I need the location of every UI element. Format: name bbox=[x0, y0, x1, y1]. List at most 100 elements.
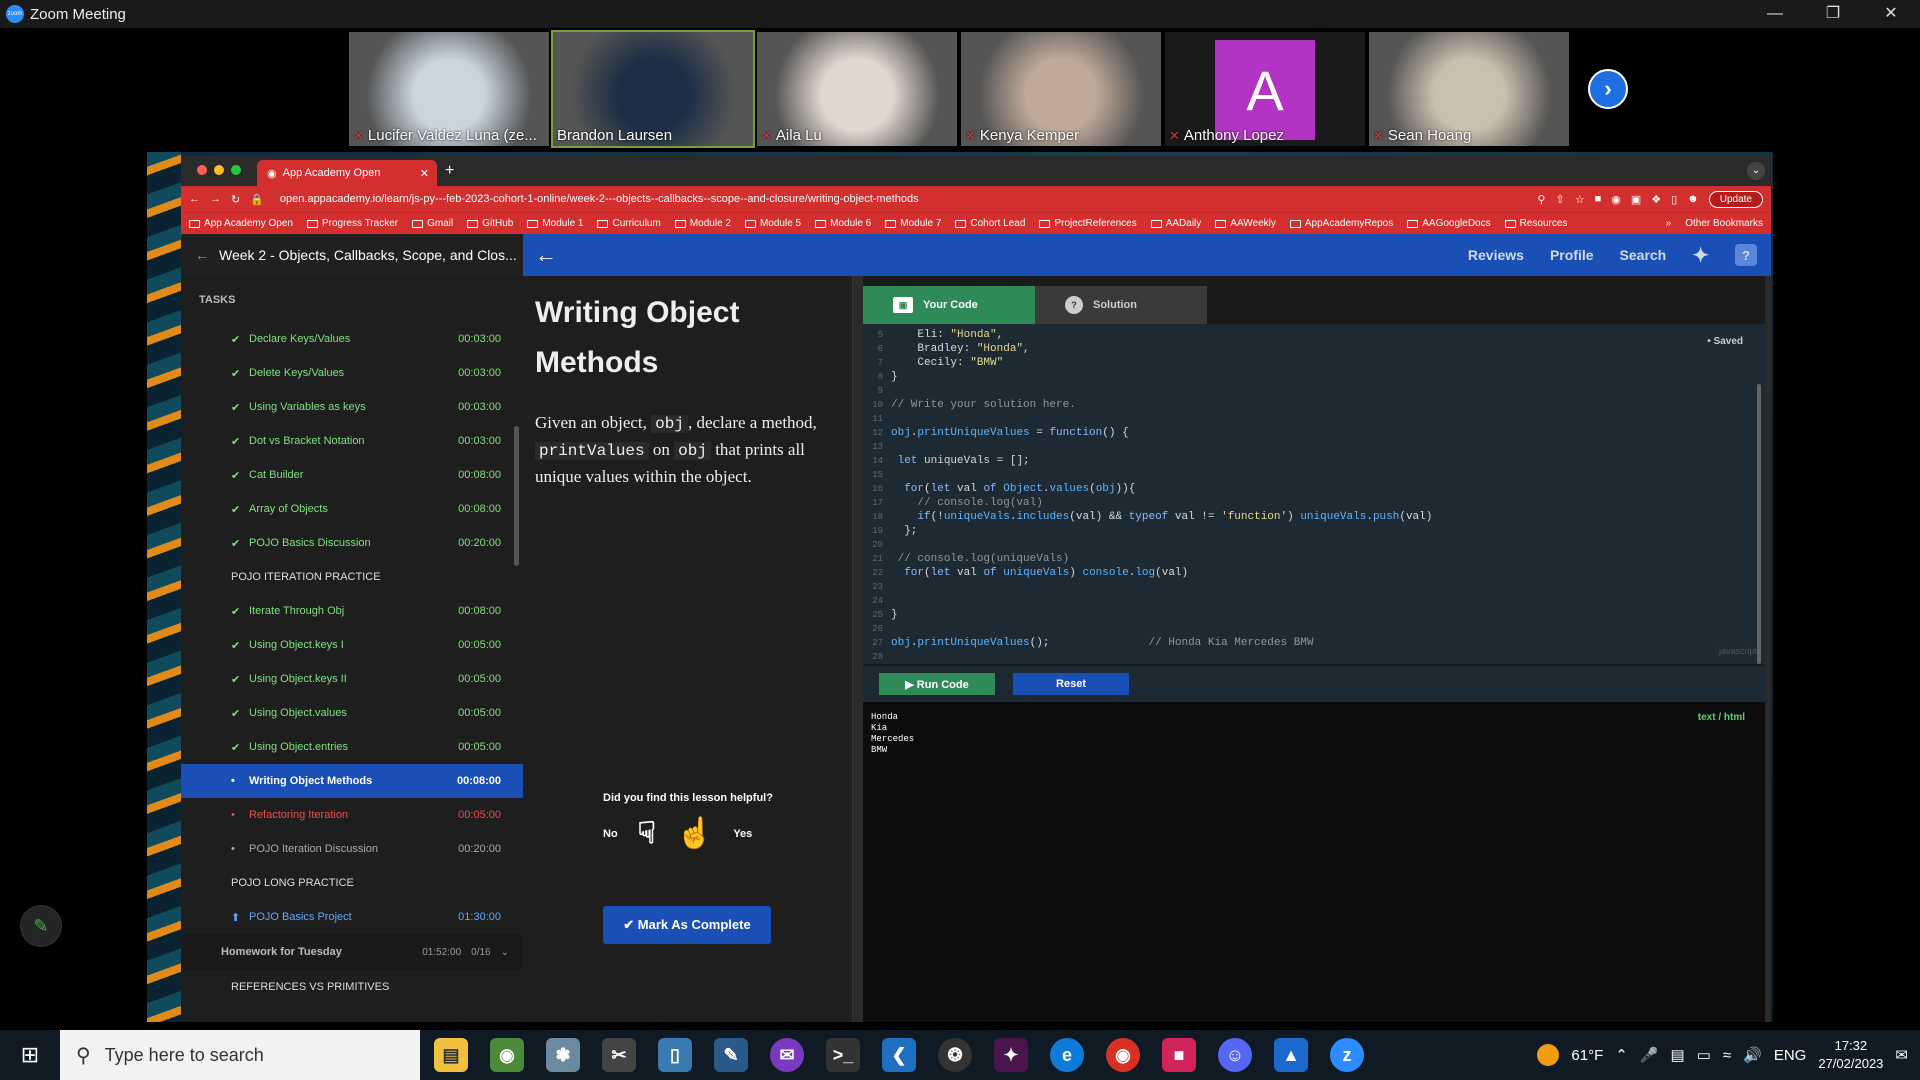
forward-icon[interactable]: → bbox=[210, 193, 221, 205]
code-area[interactable]: 5 Eli: "Honda", 6 Bradley: "Honda", 7 Ce… bbox=[863, 324, 1765, 664]
share-icon[interactable]: ⇧ bbox=[1555, 193, 1564, 206]
windows-start-icon[interactable]: ⊞ bbox=[0, 1030, 60, 1080]
annotate-pencil-icon[interactable]: ✎ bbox=[20, 905, 62, 947]
taskbar-search[interactable]: ⚲ Type here to search bbox=[60, 1030, 420, 1080]
other-bookmarks[interactable]: Other Bookmarks bbox=[1685, 218, 1763, 229]
output-mode-toggle[interactable]: text / html bbox=[1698, 712, 1745, 723]
terminal-icon[interactable]: >_ bbox=[826, 1038, 860, 1072]
task-item[interactable]: ✔ Cat Builder 00:08:00 bbox=[181, 458, 523, 492]
week-header[interactable]: ← Week 2 - Objects, Callbacks, Scope, an… bbox=[181, 234, 523, 276]
zoom-icon[interactable]: ⚲ bbox=[1537, 193, 1545, 206]
chevron-up-icon[interactable]: ⌃ bbox=[1615, 1046, 1628, 1064]
bookmark-item[interactable]: Gmail bbox=[412, 218, 453, 229]
task-item[interactable]: ✔ Dot vs Bracket Notation 00:03:00 bbox=[181, 424, 523, 458]
participant-tile[interactable]: ✕ Lucifer Valdez Luna (ze... bbox=[349, 32, 549, 146]
bookmark-item[interactable]: Curriculum bbox=[597, 218, 661, 229]
tab-search-icon[interactable]: ⌄ bbox=[1747, 162, 1765, 180]
bookmark-item[interactable]: Progress Tracker bbox=[306, 218, 398, 229]
file-explorer-icon[interactable]: ▤ bbox=[434, 1038, 468, 1072]
reset-button[interactable]: Reset bbox=[1013, 673, 1129, 695]
nav-profile[interactable]: Profile bbox=[1550, 247, 1594, 263]
extension-icon[interactable]: ▣ bbox=[1631, 193, 1641, 206]
notes-icon[interactable]: ✎ bbox=[714, 1038, 748, 1072]
zoom-taskbar-icon[interactable]: z bbox=[1330, 1038, 1364, 1072]
task-item[interactable]: ✔ Using Variables as keys 00:03:00 bbox=[181, 390, 523, 424]
task-item[interactable]: ✔ Array of Objects 00:08:00 bbox=[181, 492, 523, 526]
sidebar-scrollbar[interactable] bbox=[514, 426, 519, 566]
temperature[interactable]: 61°F bbox=[1571, 1047, 1603, 1064]
edge-icon[interactable]: e bbox=[1050, 1038, 1084, 1072]
tab-close-icon[interactable]: ✕ bbox=[420, 167, 429, 180]
task-item[interactable]: ✔ POJO Basics Discussion 00:20:00 bbox=[181, 526, 523, 560]
chat-icon[interactable]: ✉ bbox=[770, 1038, 804, 1072]
minimize-button[interactable]: — bbox=[1746, 0, 1804, 28]
update-button[interactable]: Update bbox=[1708, 190, 1763, 208]
bookmark-item[interactable]: AAGoogleDocs bbox=[1407, 218, 1491, 229]
reload-icon[interactable]: ↻ bbox=[231, 193, 240, 206]
bookmark-item[interactable]: Cohort Lead bbox=[955, 218, 1025, 229]
notepad-icon[interactable]: ▯ bbox=[658, 1038, 692, 1072]
nav-reviews[interactable]: Reviews bbox=[1468, 247, 1524, 263]
thumbs-up-icon[interactable]: ☝ bbox=[676, 816, 713, 851]
task-pojo-iteration-discussion[interactable]: • POJO Iteration Discussion 00:20:00 bbox=[181, 832, 523, 866]
sidepanel-icon[interactable]: ▯ bbox=[1671, 193, 1677, 206]
participant-tile[interactable]: ✕ Sean Hoang bbox=[1369, 32, 1569, 146]
homework-group[interactable]: Homework for Tuesday 01:52:00 0/16 ⌄ bbox=[181, 934, 523, 970]
bookmark-item[interactable]: Module 5 bbox=[744, 218, 801, 229]
photos-icon[interactable]: ▲ bbox=[1274, 1038, 1308, 1072]
mark-complete-button[interactable]: ✔ Mark As Complete bbox=[603, 906, 771, 944]
extension-icon[interactable]: ◉ bbox=[1611, 193, 1621, 206]
notifications-icon[interactable]: ✉ bbox=[1895, 1046, 1908, 1064]
next-participants-button[interactable]: › bbox=[1588, 69, 1628, 109]
snip-icon[interactable]: ✂ bbox=[602, 1038, 636, 1072]
minimize-dot-icon[interactable] bbox=[214, 165, 224, 175]
task-item[interactable]: ✔ Declare Keys/Values 00:03:00 bbox=[181, 322, 523, 356]
profile-avatar[interactable]: ☻ bbox=[1687, 193, 1699, 205]
help-icon[interactable]: ? bbox=[1735, 244, 1757, 266]
close-button[interactable]: ✕ bbox=[1862, 0, 1920, 28]
bookmark-item[interactable]: App Academy Open bbox=[189, 218, 293, 229]
bookmark-item[interactable]: Module 2 bbox=[674, 218, 731, 229]
extension-icon[interactable]: ■ bbox=[1595, 193, 1602, 205]
task-item[interactable]: ✔ Using Object.values 00:05:00 bbox=[181, 696, 523, 730]
tab-solution[interactable]: ? Solution bbox=[1035, 286, 1207, 324]
new-tab-button[interactable]: + bbox=[445, 162, 454, 180]
back-icon[interactable]: ← bbox=[189, 193, 200, 205]
clock[interactable]: 17:32 27/02/2023 bbox=[1818, 1037, 1883, 1073]
bookmark-item[interactable]: Resources bbox=[1504, 218, 1567, 229]
tab-your-code[interactable]: ▣ Your Code bbox=[863, 286, 1035, 324]
participant-tile[interactable]: A ✕ Anthony Lopez bbox=[1165, 32, 1365, 146]
puzzle-icon[interactable]: ❖ bbox=[1651, 193, 1661, 206]
task-item[interactable]: ✔ Using Object.keys I 00:05:00 bbox=[181, 628, 523, 662]
back-arrow-icon[interactable]: ← bbox=[195, 247, 209, 263]
nav-search[interactable]: Search bbox=[1620, 247, 1667, 263]
slack-icon[interactable]: ✦ bbox=[1692, 243, 1709, 268]
bookmark-item[interactable]: AppAcademyRepos bbox=[1289, 218, 1393, 229]
bookmark-item[interactable]: Module 6 bbox=[815, 218, 871, 229]
task-refactoring-iteration[interactable]: • Refactoring Iteration 00:05:00 bbox=[181, 798, 523, 832]
maximize-dot-icon[interactable] bbox=[231, 165, 241, 175]
task-item[interactable]: ✔ Using Object.keys II 00:05:00 bbox=[181, 662, 523, 696]
aperture-icon[interactable]: ❂ bbox=[938, 1038, 972, 1072]
task-item[interactable]: ✔ Using Object.entries 00:05:00 bbox=[181, 730, 523, 764]
weather-icon[interactable] bbox=[1537, 1044, 1560, 1066]
chrome-icon[interactable]: ◉ bbox=[1106, 1038, 1140, 1072]
participant-tile[interactable]: ✕ Kenya Kemper bbox=[961, 32, 1161, 146]
vscode-icon[interactable]: ❮ bbox=[882, 1038, 916, 1072]
participant-tile[interactable]: ✕ Aila Lu bbox=[757, 32, 957, 146]
bookmark-item[interactable]: AADaily bbox=[1150, 218, 1201, 229]
close-dot-icon[interactable] bbox=[197, 165, 207, 175]
url-field[interactable]: open.appacademy.io/learn/js-py---feb-202… bbox=[280, 193, 919, 205]
network-icon[interactable]: ▤ bbox=[1671, 1046, 1685, 1064]
task-item[interactable]: ✔ Iterate Through Obj 00:08:00 bbox=[181, 594, 523, 628]
more-bookmarks-icon[interactable]: » bbox=[1666, 218, 1672, 229]
bookmark-item[interactable]: GitHub bbox=[467, 218, 513, 229]
bookmark-item[interactable]: AAWeekly bbox=[1215, 218, 1276, 229]
browser-tab[interactable]: ◉ App Academy Open ✕ bbox=[257, 160, 437, 186]
microphone-icon[interactable]: 🎤 bbox=[1640, 1046, 1659, 1064]
paint-icon[interactable]: ✽ bbox=[546, 1038, 580, 1072]
collapse-arrow-icon[interactable]: ← bbox=[535, 242, 557, 268]
bookmark-item[interactable]: Module 7 bbox=[885, 218, 941, 229]
bookmark-item[interactable]: ProjectReferences bbox=[1039, 218, 1137, 229]
robot-icon[interactable]: ■ bbox=[1162, 1038, 1196, 1072]
